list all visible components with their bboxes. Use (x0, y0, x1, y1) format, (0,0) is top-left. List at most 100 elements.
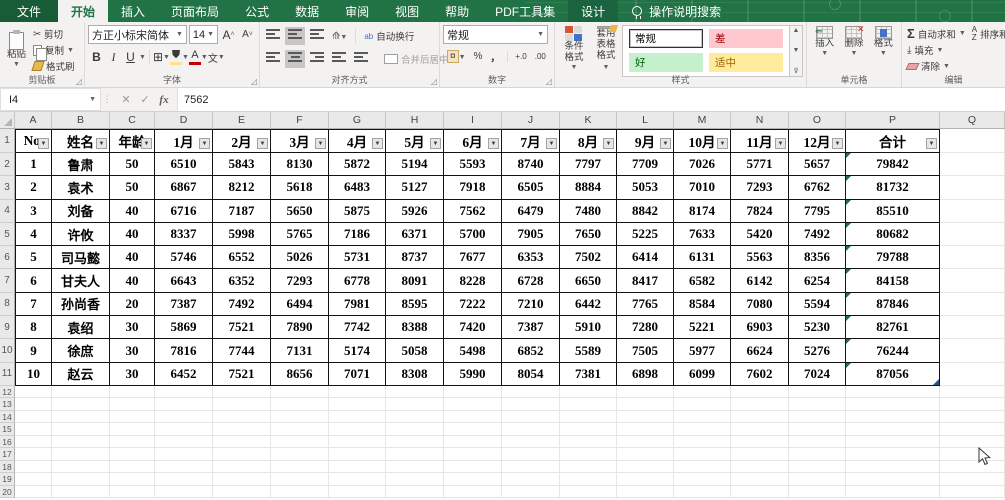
cell-Q7[interactable] (940, 269, 1005, 292)
cell-K16[interactable] (560, 436, 617, 449)
cell-Q14[interactable] (940, 411, 1005, 424)
filter-button-L[interactable]: ▼ (660, 138, 671, 149)
cell-A9[interactable]: 8 (15, 316, 52, 339)
cell-O7[interactable]: 6254 (789, 269, 846, 292)
cell-Q6[interactable] (940, 246, 1005, 269)
row-header-5[interactable]: 5 (0, 223, 15, 246)
gallery-up-icon[interactable]: ▲ (793, 27, 800, 34)
cell-J13[interactable] (502, 398, 560, 411)
dialog-launcher-icon[interactable]: ◿ (546, 77, 552, 86)
cell-N6[interactable]: 5563 (731, 246, 789, 269)
cell-B11[interactable]: 赵云 (52, 363, 110, 386)
number-format-combo[interactable]: 常规▼ (443, 25, 548, 44)
cell-N3[interactable]: 7293 (731, 176, 789, 199)
namebox-resize-handle[interactable]: ⋮ (101, 88, 113, 111)
cell-D13[interactable] (155, 398, 213, 411)
cell-C2[interactable]: 50 (110, 153, 155, 176)
cell-K8[interactable]: 6442 (560, 293, 617, 316)
cell-F5[interactable]: 5765 (271, 223, 329, 246)
col-header-A[interactable]: A (15, 112, 52, 128)
cell-H8[interactable]: 8595 (386, 293, 444, 316)
cell-I14[interactable] (444, 411, 502, 424)
tab-design[interactable]: 设计 (568, 0, 618, 22)
cell-N10[interactable]: 6624 (731, 339, 789, 362)
cell-F2[interactable]: 8130 (271, 153, 329, 176)
col-header-K[interactable]: K (560, 112, 617, 128)
cell-Q5[interactable] (940, 223, 1005, 246)
cell-Q13[interactable] (940, 398, 1005, 411)
cancel-icon[interactable]: ✕ (117, 93, 135, 106)
cell-O18[interactable] (789, 461, 846, 474)
cell-I10[interactable]: 5498 (444, 339, 502, 362)
dialog-launcher-icon[interactable]: ◿ (76, 77, 82, 86)
cell-I20[interactable] (444, 486, 502, 499)
cell-E3[interactable]: 8212 (213, 176, 271, 199)
cell-E9[interactable]: 7521 (213, 316, 271, 339)
cell-C19[interactable] (110, 473, 155, 486)
cell-D10[interactable]: 7816 (155, 339, 213, 362)
cell-K17[interactable] (560, 448, 617, 461)
comma-style-button[interactable]: ， (486, 49, 504, 64)
cell-O16[interactable] (789, 436, 846, 449)
cell-L11[interactable]: 6898 (617, 363, 674, 386)
cell-N15[interactable] (731, 423, 789, 436)
tab-insert[interactable]: 插入 (108, 0, 158, 22)
cell-E15[interactable] (213, 423, 271, 436)
cell-P5[interactable]: 80682 (846, 223, 940, 246)
cell-F15[interactable] (271, 423, 329, 436)
col-header-I[interactable]: I (444, 112, 502, 128)
cell-A6[interactable]: 5 (15, 246, 52, 269)
tell-me-search[interactable]: 操作说明搜索 (632, 0, 721, 22)
cell-B4[interactable]: 刘备 (52, 200, 110, 223)
cell-D17[interactable] (155, 448, 213, 461)
bold-button[interactable]: B (88, 48, 105, 66)
cell-M11[interactable]: 6099 (674, 363, 731, 386)
cell-J19[interactable] (502, 473, 560, 486)
cell-C16[interactable] (110, 436, 155, 449)
formula-input[interactable]: 7562 (178, 88, 1005, 111)
chevron-down-icon[interactable]: ▼ (139, 54, 146, 61)
tab-page-layout[interactable]: 页面布局 (158, 0, 232, 22)
cell-M9[interactable]: 5221 (674, 316, 731, 339)
cell-L4[interactable]: 8842 (617, 200, 674, 223)
row-header-20[interactable]: 20 (0, 486, 15, 499)
cell-L20[interactable] (617, 486, 674, 499)
cell-F17[interactable] (271, 448, 329, 461)
cell-H1[interactable]: 5月▼ (386, 129, 444, 153)
cell-O6[interactable]: 8356 (789, 246, 846, 269)
cell-E16[interactable] (213, 436, 271, 449)
cell-L14[interactable] (617, 411, 674, 424)
shrink-font-button[interactable]: A˅ (239, 26, 256, 44)
cell-G14[interactable] (329, 411, 386, 424)
cell-B16[interactable] (52, 436, 110, 449)
cell-H10[interactable]: 5058 (386, 339, 444, 362)
cell-E4[interactable]: 7187 (213, 200, 271, 223)
cell-B12[interactable] (52, 386, 110, 399)
cell-O11[interactable]: 7024 (789, 363, 846, 386)
cell-J9[interactable]: 7387 (502, 316, 560, 339)
cell-A14[interactable] (15, 411, 52, 424)
cell-I8[interactable]: 7222 (444, 293, 502, 316)
cell-N4[interactable]: 7824 (731, 200, 789, 223)
cell-L19[interactable] (617, 473, 674, 486)
cell-O19[interactable] (789, 473, 846, 486)
cell-G4[interactable]: 5875 (329, 200, 386, 223)
cell-E2[interactable]: 5843 (213, 153, 271, 176)
cell-H2[interactable]: 5194 (386, 153, 444, 176)
col-header-Q[interactable]: Q (940, 112, 1005, 128)
cell-F19[interactable] (271, 473, 329, 486)
align-center-button[interactable] (285, 50, 305, 68)
cell-G3[interactable]: 6483 (329, 176, 386, 199)
cell-P15[interactable] (846, 423, 940, 436)
cell-H3[interactable]: 5127 (386, 176, 444, 199)
cell-L13[interactable] (617, 398, 674, 411)
cell-O5[interactable]: 7492 (789, 223, 846, 246)
col-header-B[interactable]: B (52, 112, 110, 128)
cell-A1[interactable]: No.▼ (15, 129, 52, 153)
cell-O8[interactable]: 5594 (789, 293, 846, 316)
cell-M7[interactable]: 6582 (674, 269, 731, 292)
tab-file[interactable]: 文件 (0, 0, 58, 22)
cell-H20[interactable] (386, 486, 444, 499)
decrease-decimal-button[interactable]: .00 (531, 52, 550, 61)
cell-O20[interactable] (789, 486, 846, 499)
